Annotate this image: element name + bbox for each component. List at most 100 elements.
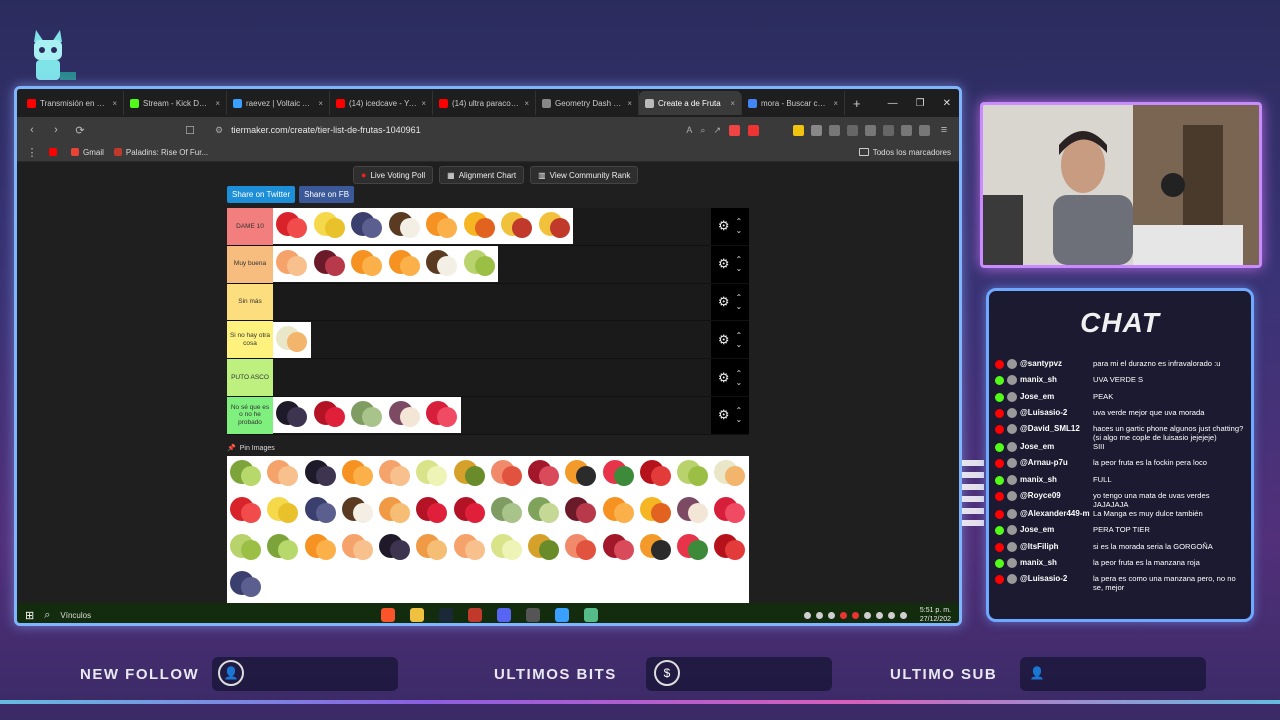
reload-icon[interactable]: ⟳ — [73, 124, 87, 137]
tier-items[interactable] — [273, 245, 711, 283]
close-window-icon[interactable]: ✕ — [943, 98, 951, 109]
peach-image[interactable] — [264, 456, 302, 493]
custard-image[interactable] — [487, 493, 526, 530]
blueberry-image[interactable] — [348, 208, 386, 245]
browser-tab[interactable]: raevez | Voltaic App × — [227, 91, 330, 115]
custard-image[interactable] — [348, 397, 386, 434]
browser-tab[interactable]: Geometry Dash Dem × — [536, 91, 639, 115]
tray-icon[interactable] — [827, 611, 835, 619]
chevron-down-icon[interactable]: ⌄ — [735, 378, 742, 387]
kiwi-image[interactable] — [264, 530, 302, 567]
gear-icon[interactable]: ⚙ — [718, 370, 730, 386]
orange-image[interactable] — [338, 456, 377, 493]
site-info-icon[interactable]: ⚙ — [215, 125, 223, 136]
gear-icon[interactable]: ⚙ — [718, 332, 730, 348]
apricot-image[interactable] — [413, 530, 451, 567]
close-icon[interactable]: × — [421, 99, 426, 108]
sidebar-icon[interactable] — [865, 124, 876, 136]
tier-label[interactable]: Muy buena — [227, 245, 273, 283]
volume-icon[interactable] — [899, 611, 907, 619]
translate-icon[interactable]: A — [686, 125, 692, 135]
tier-label[interactable]: No sé que es o no he probado — [227, 396, 273, 434]
puzzle-icon[interactable] — [847, 124, 858, 136]
mango-image[interactable] — [636, 493, 675, 530]
close-icon[interactable]: × — [112, 99, 117, 108]
blackberry-image[interactable] — [301, 456, 339, 493]
chevron-down-icon[interactable]: ⌄ — [735, 264, 742, 273]
extension-icon[interactable] — [811, 124, 822, 136]
share-fb-button[interactable]: Share on FB — [299, 186, 355, 203]
tray-icon[interactable] — [875, 611, 883, 619]
peach-image[interactable] — [338, 530, 377, 567]
papaya-image[interactable] — [636, 530, 675, 567]
orange-image[interactable] — [599, 493, 637, 530]
close-icon[interactable]: × — [627, 99, 632, 108]
all-bookmarks[interactable]: Todos los marcadores — [858, 148, 951, 157]
steam-icon[interactable] — [439, 608, 454, 622]
chevron-up-icon[interactable]: ⌃ — [735, 406, 742, 415]
discord-icon[interactable] — [497, 608, 512, 622]
brave-rewards-icon[interactable] — [748, 124, 759, 136]
leo-icon[interactable] — [901, 124, 912, 136]
bookmark-item[interactable]: Gmail — [71, 148, 104, 157]
mixed-image[interactable] — [535, 208, 573, 245]
chevron-up-icon[interactable]: ⌃ — [735, 255, 742, 264]
coconut-image[interactable] — [338, 493, 377, 530]
pineapple-image[interactable] — [525, 530, 563, 567]
fig-image[interactable] — [674, 493, 712, 530]
tier-items[interactable] — [273, 321, 711, 359]
cherry-image[interactable] — [413, 493, 451, 530]
menu-icon[interactable]: ≡ — [937, 124, 951, 136]
app-icon[interactable] — [526, 608, 541, 622]
plum-image[interactable] — [310, 246, 348, 283]
orange-image[interactable] — [385, 246, 423, 283]
tier-items[interactable] — [273, 208, 711, 245]
watermelon-image[interactable] — [674, 530, 712, 567]
browser-tab[interactable]: mora - Buscar con Go × — [742, 91, 845, 115]
browser-tab[interactable]: Stream - Kick Dashbo × — [124, 91, 227, 115]
bookmark-icon[interactable]: ☐ — [183, 124, 197, 137]
voltaic-icon[interactable] — [555, 608, 570, 622]
pin-images[interactable]: 📌 Pin Images — [227, 444, 275, 453]
close-icon[interactable]: × — [730, 99, 735, 108]
back-icon[interactable]: ‹ — [25, 124, 39, 136]
grapefruit-image[interactable] — [562, 530, 600, 567]
chevron-up-icon[interactable]: ⌃ — [735, 293, 742, 302]
zoom-icon[interactable]: ⌕ — [700, 125, 705, 136]
pear-image[interactable] — [487, 530, 526, 567]
coconut-image[interactable] — [423, 246, 461, 283]
app-icon[interactable] — [584, 608, 599, 622]
browser-tab[interactable]: (14) icedcave - YouTu × — [330, 91, 433, 115]
peach-image[interactable] — [450, 530, 488, 567]
taskbar-search-label[interactable]: Vínculos — [60, 611, 91, 620]
orange-image[interactable] — [301, 530, 339, 567]
windows-start-icon[interactable]: ⊞ — [25, 609, 34, 622]
grape-image[interactable] — [460, 246, 498, 283]
close-icon[interactable]: × — [215, 99, 220, 108]
gear-icon[interactable]: ⚙ — [718, 218, 730, 234]
plum-image[interactable] — [562, 493, 600, 530]
browser-tab[interactable]: (14) ultra paracosm × — [433, 91, 536, 115]
chevron-up-icon[interactable]: ⌃ — [735, 369, 742, 378]
melon-image[interactable] — [273, 321, 311, 358]
browser-tab[interactable]: Create a de Fruta × — [639, 91, 742, 115]
banana-image[interactable] — [264, 493, 302, 530]
mixed-image[interactable] — [498, 208, 536, 245]
grape-image[interactable] — [227, 530, 265, 567]
close-icon[interactable]: × — [318, 99, 323, 108]
page-action-button[interactable]: ▥ View Community Rank — [530, 166, 639, 184]
page-action-button[interactable]: ▦ Alignment Chart — [439, 166, 525, 184]
tier-label[interactable]: DAME 10 — [227, 208, 273, 245]
blackberry-image[interactable] — [273, 397, 311, 434]
melon-image[interactable] — [711, 456, 749, 493]
guava-image[interactable] — [525, 493, 563, 530]
pear-image[interactable] — [413, 456, 451, 493]
tray-icon[interactable] — [815, 611, 823, 619]
apps-grid-icon[interactable]: ⋮ — [25, 146, 39, 159]
tray-icon[interactable] — [839, 611, 847, 619]
close-icon[interactable]: × — [833, 99, 838, 108]
search-icon[interactable]: ⌕ — [44, 609, 50, 622]
pomegranate-image[interactable] — [599, 530, 637, 567]
banana-image[interactable] — [310, 208, 348, 245]
blueberry-image[interactable] — [227, 567, 265, 603]
